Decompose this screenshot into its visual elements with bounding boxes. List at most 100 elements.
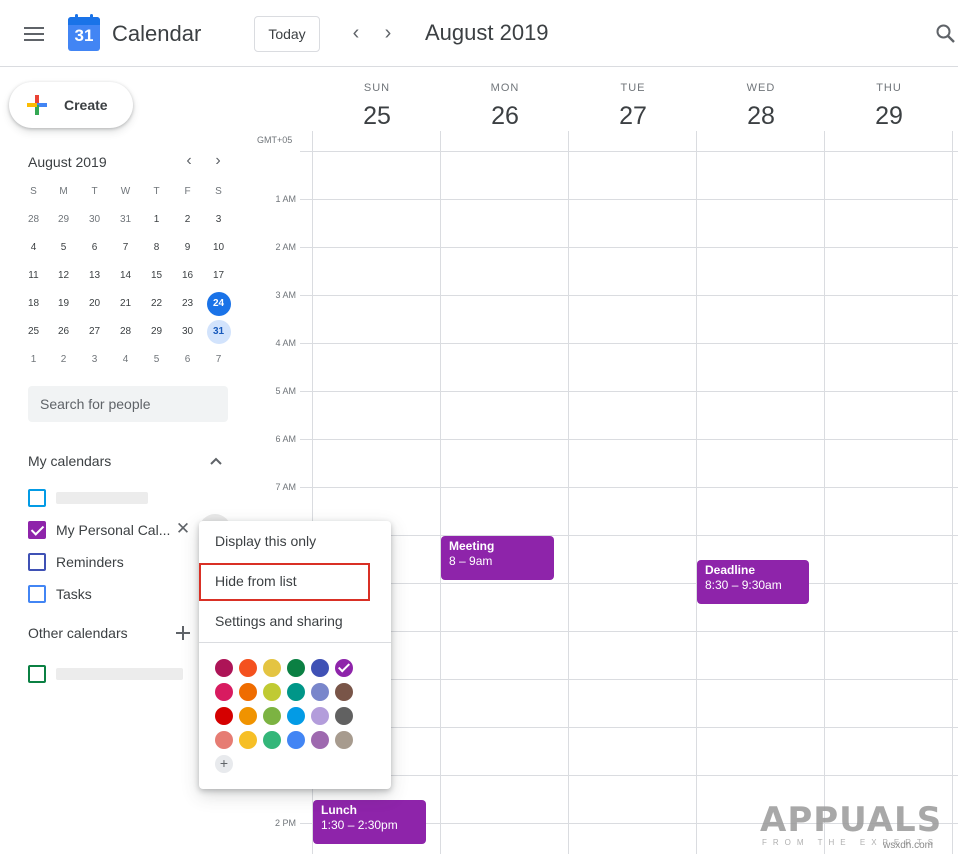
calendar-checkbox[interactable] bbox=[28, 585, 46, 603]
add-icon[interactable] bbox=[173, 623, 193, 643]
color-swatch[interactable] bbox=[311, 659, 329, 677]
mini-day-cell[interactable]: 21 bbox=[110, 290, 141, 318]
color-swatch[interactable] bbox=[263, 707, 281, 725]
chevron-up-icon[interactable] bbox=[206, 451, 226, 471]
color-swatch[interactable] bbox=[239, 731, 257, 749]
day-number[interactable]: 28 bbox=[697, 102, 825, 131]
calendar-checkbox[interactable] bbox=[28, 553, 46, 571]
next-period-button[interactable]: › bbox=[376, 22, 400, 46]
mini-day-cell[interactable]: 26 bbox=[48, 318, 79, 346]
calendar-list-item[interactable] bbox=[28, 661, 208, 685]
mini-day-cell[interactable]: 29 bbox=[48, 206, 79, 234]
mini-day-cell[interactable]: 3 bbox=[79, 346, 110, 374]
menu-item-settings-and-sharing[interactable]: Settings and sharing bbox=[199, 601, 391, 641]
calendar-checkbox[interactable] bbox=[28, 521, 46, 539]
color-swatch[interactable] bbox=[335, 659, 353, 677]
mini-day-cell[interactable]: 10 bbox=[203, 234, 234, 262]
color-swatch[interactable] bbox=[287, 683, 305, 701]
mini-day-cell[interactable]: 28 bbox=[110, 318, 141, 346]
mini-next-month-button[interactable]: › bbox=[208, 151, 228, 171]
color-swatch[interactable] bbox=[215, 659, 233, 677]
color-swatch[interactable] bbox=[287, 707, 305, 725]
day-header[interactable]: MON 26 bbox=[441, 82, 569, 131]
event-chip-deadline[interactable]: Deadline 8:30 – 9:30am bbox=[697, 560, 809, 604]
color-swatch[interactable] bbox=[335, 683, 353, 701]
mini-day-cell[interactable]: 2 bbox=[172, 206, 203, 234]
calendar-checkbox[interactable] bbox=[28, 489, 46, 507]
color-swatch[interactable] bbox=[263, 731, 281, 749]
mini-day-cell[interactable]: 18 bbox=[18, 290, 49, 318]
mini-day-cell[interactable]: 27 bbox=[79, 318, 110, 346]
mini-day-cell[interactable]: 4 bbox=[18, 234, 49, 262]
event-chip-meeting[interactable]: Meeting 8 – 9am bbox=[441, 536, 554, 580]
mini-day-cell[interactable]: 3 bbox=[203, 206, 234, 234]
mini-day-cell[interactable]: 24 bbox=[203, 290, 234, 318]
today-button[interactable]: Today bbox=[254, 16, 320, 52]
calendar-list-item[interactable]: Tasks bbox=[28, 581, 208, 605]
day-header[interactable]: TUE 27 bbox=[569, 82, 697, 131]
mini-day-cell[interactable]: 1 bbox=[141, 206, 172, 234]
mini-day-cell[interactable]: 11 bbox=[18, 262, 49, 290]
mini-day-cell[interactable]: 7 bbox=[203, 346, 234, 374]
mini-day-cell[interactable]: 9 bbox=[172, 234, 203, 262]
mini-day-cell[interactable]: 17 bbox=[203, 262, 234, 290]
my-calendars-title[interactable]: My calendars bbox=[28, 453, 111, 469]
color-swatch[interactable] bbox=[335, 731, 353, 749]
prev-period-button[interactable]: ‹ bbox=[344, 22, 368, 46]
menu-item-display-this-only[interactable]: Display this only bbox=[199, 521, 391, 561]
close-icon[interactable]: ✕ bbox=[173, 519, 193, 539]
mini-day-cell[interactable]: 31 bbox=[110, 206, 141, 234]
color-swatch[interactable] bbox=[215, 707, 233, 725]
mini-day-cell[interactable]: 6 bbox=[79, 234, 110, 262]
other-calendars-title[interactable]: Other calendars bbox=[28, 625, 128, 641]
color-swatch[interactable] bbox=[311, 683, 329, 701]
app-title[interactable]: Calendar bbox=[112, 21, 201, 47]
main-menu-icon[interactable] bbox=[24, 26, 44, 42]
event-chip-lunch[interactable]: Lunch 1:30 – 2:30pm bbox=[313, 800, 426, 844]
create-button[interactable]: Create bbox=[9, 82, 133, 128]
mini-day-cell[interactable]: 16 bbox=[172, 262, 203, 290]
color-swatch[interactable] bbox=[287, 731, 305, 749]
day-header[interactable]: WED 28 bbox=[697, 82, 825, 131]
day-number[interactable]: 26 bbox=[441, 102, 569, 131]
mini-day-cell[interactable]: 31 bbox=[203, 318, 234, 346]
mini-day-cell[interactable]: 6 bbox=[172, 346, 203, 374]
color-swatch[interactable] bbox=[287, 659, 305, 677]
menu-item-hide-from-list[interactable]: Hide from list bbox=[199, 561, 391, 601]
mini-day-cell[interactable]: 20 bbox=[79, 290, 110, 318]
mini-day-cell[interactable]: 30 bbox=[79, 206, 110, 234]
mini-day-cell[interactable]: 15 bbox=[141, 262, 172, 290]
search-people-input[interactable] bbox=[28, 386, 228, 422]
mini-day-cell[interactable]: 23 bbox=[172, 290, 203, 318]
mini-prev-month-button[interactable]: ‹ bbox=[179, 151, 199, 171]
mini-day-cell[interactable]: 28 bbox=[18, 206, 49, 234]
color-swatch[interactable] bbox=[239, 707, 257, 725]
day-number[interactable]: 25 bbox=[313, 102, 441, 131]
mini-day-cell[interactable]: 29 bbox=[141, 318, 172, 346]
mini-day-cell[interactable]: 2 bbox=[48, 346, 79, 374]
mini-day-cell[interactable]: 13 bbox=[79, 262, 110, 290]
color-swatch[interactable] bbox=[311, 731, 329, 749]
calendar-list-item[interactable]: Reminders bbox=[28, 549, 208, 573]
color-swatch[interactable] bbox=[263, 683, 281, 701]
color-swatch[interactable] bbox=[335, 707, 353, 725]
mini-day-cell[interactable]: 5 bbox=[48, 234, 79, 262]
mini-day-cell[interactable]: 14 bbox=[110, 262, 141, 290]
color-swatch[interactable] bbox=[215, 683, 233, 701]
mini-day-cell[interactable]: 5 bbox=[141, 346, 172, 374]
add-custom-color-button[interactable]: + bbox=[215, 755, 233, 773]
mini-day-cell[interactable]: 4 bbox=[110, 346, 141, 374]
mini-day-cell[interactable]: 12 bbox=[48, 262, 79, 290]
color-swatch[interactable] bbox=[311, 707, 329, 725]
day-header[interactable]: THU 29 bbox=[825, 82, 953, 131]
calendar-list-item[interactable] bbox=[28, 485, 208, 509]
mini-day-cell[interactable]: 25 bbox=[18, 318, 49, 346]
mini-day-cell[interactable]: 8 bbox=[141, 234, 172, 262]
day-number[interactable]: 27 bbox=[569, 102, 697, 131]
mini-day-cell[interactable]: 19 bbox=[48, 290, 79, 318]
day-header[interactable]: SUN 25 bbox=[313, 82, 441, 131]
calendar-checkbox[interactable] bbox=[28, 665, 46, 683]
color-swatch[interactable] bbox=[239, 683, 257, 701]
search-icon[interactable] bbox=[934, 22, 958, 46]
mini-day-cell[interactable]: 1 bbox=[18, 346, 49, 374]
